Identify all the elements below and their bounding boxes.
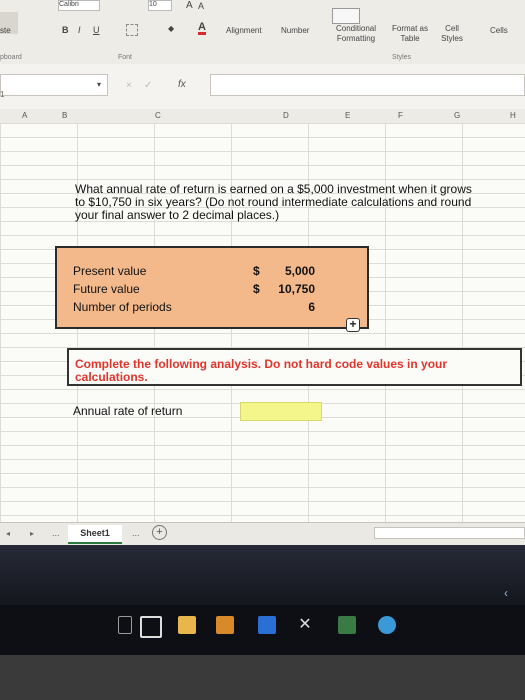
styles-group-label: Styles xyxy=(392,54,412,61)
periods-cell[interactable]: 6 xyxy=(308,300,315,314)
column-header-f[interactable]: F xyxy=(398,111,403,120)
future-value-cell[interactable]: 10,750 xyxy=(278,282,315,296)
scroll-right-icon[interactable]: ▸ xyxy=(30,529,34,538)
tabs-more-right[interactable]: ... xyxy=(132,528,140,538)
paste-label: ste xyxy=(0,26,11,35)
name-box-chevron-icon[interactable]: ▾ xyxy=(97,80,101,89)
file-icon[interactable] xyxy=(118,616,132,634)
instruction-text: Complete the following analysis. Do not … xyxy=(75,357,448,384)
column-header-d[interactable]: D xyxy=(283,111,289,120)
future-value-currency: $ xyxy=(253,282,260,296)
folder-icon[interactable] xyxy=(178,616,196,634)
future-value-label: Future value xyxy=(73,282,140,296)
formula-input[interactable] xyxy=(210,74,525,96)
question-text: What annual rate of return is earned on … xyxy=(75,182,472,222)
add-sheet-icon[interactable]: + xyxy=(152,525,167,540)
row-indicator: 1 xyxy=(0,90,5,99)
desktop-background xyxy=(0,545,525,605)
tabs-more-left[interactable]: ... xyxy=(52,528,60,538)
periods-label: Number of periods xyxy=(73,300,172,314)
column-headers: A B C D E F G H xyxy=(0,109,525,124)
cells-button[interactable]: Cells xyxy=(490,26,508,35)
column-header-g[interactable]: G xyxy=(454,111,460,120)
font-size-box[interactable]: 10 xyxy=(148,0,172,11)
format-as-table-button[interactable]: Format as Table xyxy=(386,24,434,44)
cell-styles-button[interactable]: Cell Styles xyxy=(434,24,470,44)
chevron-left-icon[interactable]: ‹ xyxy=(504,586,508,600)
column-header-e[interactable]: E xyxy=(345,111,350,120)
tab-sheet1[interactable]: Sheet1 xyxy=(68,525,122,544)
fill-color-icon[interactable]: ◆ xyxy=(168,24,178,34)
excel-icon[interactable] xyxy=(338,616,356,634)
browser-icon[interactable] xyxy=(378,616,396,634)
column-header-b[interactable]: B xyxy=(62,111,67,120)
font-name-box[interactable]: Calibri xyxy=(58,0,100,11)
enter-icon[interactable]: ✓ xyxy=(144,80,152,91)
scroll-left-icon[interactable]: ◂ xyxy=(6,529,10,538)
cell-cursor-icon: + xyxy=(346,318,360,332)
clipboard-group-label: pboard xyxy=(0,54,22,61)
present-value-label: Present value xyxy=(73,264,147,278)
column-header-c[interactable]: C xyxy=(155,111,161,120)
ribbon: Calibri 10 A A ste B I U ◆ A Alignment N… xyxy=(0,0,525,65)
grow-font-button[interactable]: A xyxy=(186,0,193,11)
name-box[interactable] xyxy=(0,74,108,96)
italic-button[interactable]: I xyxy=(78,25,81,35)
annual-rate-label: Annual rate of return xyxy=(73,404,183,418)
conditional-formatting-button[interactable]: Conditional Formatting xyxy=(326,24,386,44)
present-value-cell[interactable]: 5,000 xyxy=(285,264,315,278)
column-header-h[interactable]: H xyxy=(510,111,516,120)
horizontal-scrollbar[interactable] xyxy=(374,527,525,539)
underline-button[interactable]: U xyxy=(93,25,100,35)
alignment-button[interactable]: Alignment xyxy=(226,26,262,35)
tools-icon[interactable]: ✕ xyxy=(296,616,314,634)
conditional-formatting-icon[interactable] xyxy=(332,8,360,24)
font-color-button[interactable]: A xyxy=(198,22,206,35)
cancel-icon[interactable]: × xyxy=(126,80,132,91)
present-value-currency: $ xyxy=(253,264,260,278)
task-view-icon[interactable] xyxy=(140,616,162,638)
column-header-a[interactable]: A xyxy=(22,111,27,120)
borders-icon[interactable] xyxy=(126,24,138,36)
number-button[interactable]: Number xyxy=(281,26,309,35)
instruction-box: Complete the following analysis. Do not … xyxy=(67,348,522,386)
bold-button[interactable]: B xyxy=(62,25,69,35)
outlook-icon[interactable] xyxy=(258,616,276,634)
annual-rate-input-cell[interactable] xyxy=(240,402,322,421)
monitor-bezel xyxy=(0,655,525,700)
fx-icon[interactable]: fx xyxy=(178,79,186,90)
shrink-font-button[interactable]: A xyxy=(198,1,204,11)
input-block: Present value $ 5,000 Future value $ 10,… xyxy=(55,246,369,329)
font-group-label: Font xyxy=(118,54,133,61)
store-icon[interactable] xyxy=(216,616,234,634)
